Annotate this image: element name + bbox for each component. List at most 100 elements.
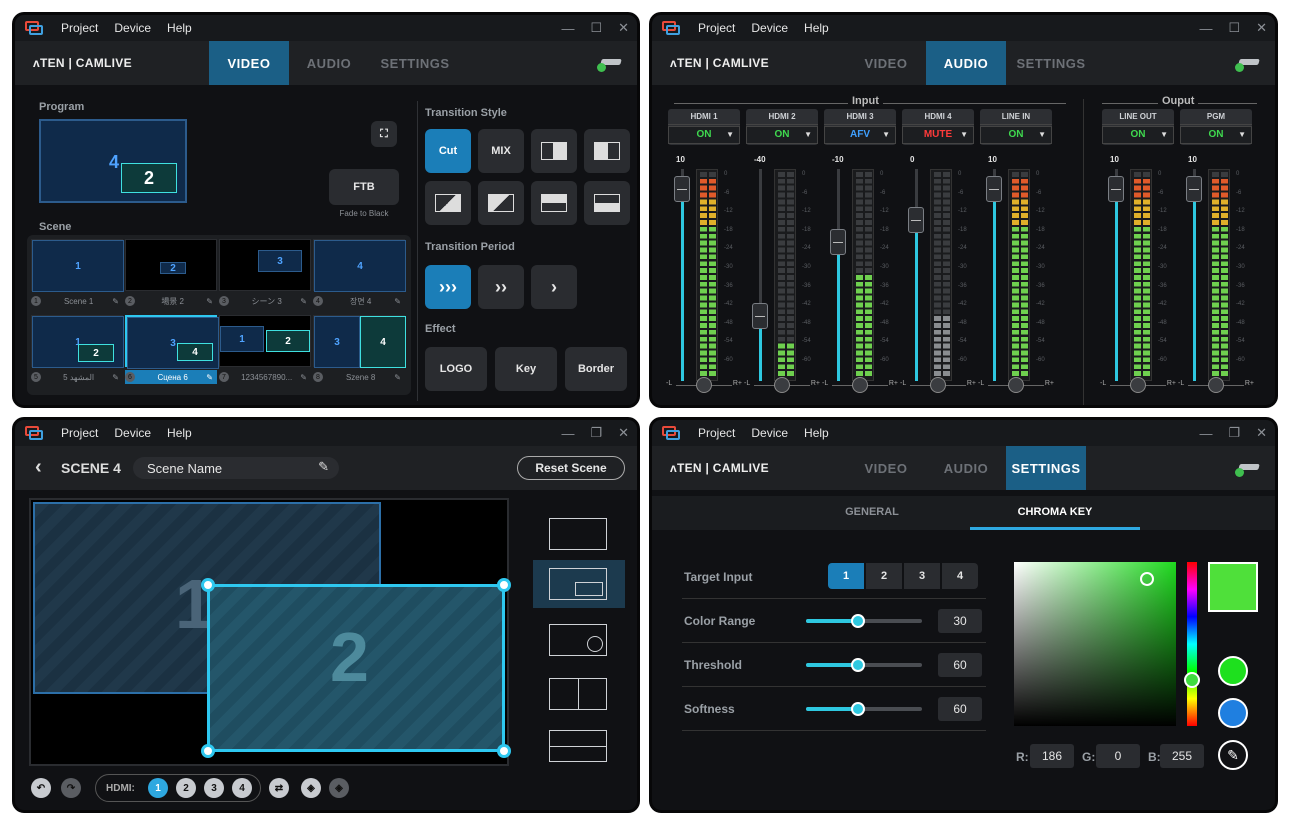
color-picker-area[interactable] (1014, 562, 1176, 726)
scene-item-2[interactable]: 2 2 場景 2 ✎ (125, 239, 217, 311)
pan-control[interactable]: -L R+ (744, 377, 820, 393)
pan-knob[interactable] (1008, 377, 1024, 393)
period-medium-button[interactable]: ›› (478, 265, 524, 309)
hdmi-4-button[interactable]: 4 (232, 778, 252, 798)
ftb-button[interactable]: FTB (329, 169, 399, 205)
wipe-br-button[interactable] (478, 181, 524, 225)
channel-mode-select[interactable]: HDMI 2 ON ▼ (746, 109, 818, 145)
pan-control[interactable]: -L R+ (822, 377, 898, 393)
close-icon[interactable]: ✕ (618, 20, 629, 36)
channel-mode-select[interactable]: LINE IN ON ▼ (980, 109, 1052, 145)
pan-knob[interactable] (696, 377, 712, 393)
edit-icon[interactable]: ✎ (394, 297, 401, 306)
menu-help[interactable]: Help (167, 21, 192, 35)
menu-help[interactable]: Help (804, 426, 829, 440)
wipe-right-button[interactable] (584, 129, 630, 173)
pan-knob[interactable] (1130, 377, 1146, 393)
pan-knob[interactable] (1208, 377, 1224, 393)
subtab-chroma-key[interactable]: CHROMA KEY (970, 506, 1140, 518)
redo-icon[interactable]: ↷ (61, 778, 81, 798)
period-fast-button[interactable]: ››› (425, 265, 471, 309)
hue-slider[interactable] (1184, 562, 1200, 726)
target-input-3[interactable]: 3 (904, 563, 940, 589)
resize-handle-bl[interactable] (201, 744, 215, 758)
scene-item-6[interactable]: 3 4 6 Сцена 6 ✎ (125, 315, 219, 387)
color-range-slider[interactable] (806, 614, 922, 628)
layout-split-h-button[interactable] (533, 722, 625, 770)
fullscreen-button[interactable]: ⛶ (371, 121, 397, 147)
edit-icon[interactable]: ✎ (206, 373, 213, 382)
swap-icon[interactable]: ⇄ (269, 778, 289, 798)
volume-fader[interactable] (986, 169, 1002, 381)
hdmi-3-button[interactable]: 3 (204, 778, 224, 798)
pan-knob[interactable] (852, 377, 868, 393)
channel-mode-select[interactable]: LINE OUT ON ▼ (1102, 109, 1174, 145)
tab-settings[interactable]: SETTINGS (1006, 446, 1086, 490)
layout-split-v-button[interactable] (533, 670, 625, 718)
layout-circle-button[interactable] (533, 616, 625, 664)
key-button[interactable]: Key (495, 347, 557, 391)
undo-icon[interactable]: ↶ (31, 778, 51, 798)
wipe-down-button[interactable] (531, 181, 577, 225)
wipe-tl-button[interactable] (425, 181, 471, 225)
program-preview[interactable]: 4 2 (39, 119, 187, 203)
resize-handle-tr[interactable] (497, 578, 511, 592)
tab-audio[interactable]: AUDIO (926, 446, 1006, 490)
hdmi-2-button[interactable]: 2 (176, 778, 196, 798)
pan-control[interactable]: -L R+ (666, 377, 742, 393)
resize-handle-tl[interactable] (201, 578, 215, 592)
edit-icon[interactable]: ✎ (300, 297, 307, 306)
menu-project[interactable]: Project (61, 21, 98, 35)
close-icon[interactable]: ✕ (618, 425, 629, 441)
menu-device[interactable]: Device (751, 426, 788, 440)
cut-button[interactable]: Cut (425, 129, 471, 173)
channel-mode-select[interactable]: HDMI 4 MUTE ▼ (902, 109, 974, 145)
eyedropper-button[interactable]: ✎ (1218, 740, 1248, 770)
volume-fader[interactable] (674, 169, 690, 381)
restore-icon[interactable]: ❐ (1228, 425, 1240, 441)
scene-item-8[interactable]: 3 4 8 Szene 8 ✎ (313, 315, 406, 387)
threshold-value[interactable]: 60 (938, 653, 982, 677)
channel-mode-select[interactable]: HDMI 3 AFV ▼ (824, 109, 896, 145)
scene-item-7[interactable]: 1 2 7 1234567890... ✎ (219, 315, 311, 387)
scene-item-3[interactable]: 3 3 シーン 3 ✎ (219, 239, 311, 311)
channel-mode-select[interactable]: HDMI 1 ON ▼ (668, 109, 740, 145)
restore-icon[interactable]: ❐ (590, 425, 602, 441)
subtab-general[interactable]: GENERAL (812, 506, 932, 518)
target-input-2[interactable]: 2 (866, 563, 902, 589)
color-range-knob[interactable] (851, 614, 866, 628)
softness-value[interactable]: 60 (938, 697, 982, 721)
edit-icon[interactable]: ✎ (112, 297, 119, 306)
target-input-1[interactable]: 1 (828, 563, 864, 589)
pan-control[interactable]: -L R+ (1100, 377, 1176, 393)
wipe-left-button[interactable] (531, 129, 577, 173)
r-value[interactable]: 186 (1030, 744, 1074, 768)
fader-knob[interactable] (908, 207, 924, 233)
fader-knob[interactable] (752, 303, 768, 329)
logo-button[interactable]: LOGO (425, 347, 487, 391)
threshold-knob[interactable] (851, 658, 866, 672)
pan-control[interactable]: -L R+ (978, 377, 1054, 393)
volume-fader[interactable] (752, 169, 768, 381)
reset-scene-button[interactable]: Reset Scene (517, 456, 625, 480)
edit-icon[interactable]: ✎ (300, 373, 307, 382)
hdmi-1-button[interactable]: 1 (148, 778, 168, 798)
tab-settings[interactable]: SETTINGS (369, 41, 461, 85)
minimize-icon[interactable]: — (1199, 426, 1212, 441)
b-value[interactable]: 255 (1160, 744, 1204, 768)
pan-knob[interactable] (930, 377, 946, 393)
threshold-slider[interactable] (806, 658, 922, 672)
period-slow-button[interactable]: › (531, 265, 577, 309)
layer-down-icon[interactable]: ◈ (329, 778, 349, 798)
menu-device[interactable]: Device (114, 21, 151, 35)
fader-knob[interactable] (830, 229, 846, 255)
fader-knob[interactable] (986, 176, 1002, 202)
wipe-up-button[interactable] (584, 181, 630, 225)
fader-knob[interactable] (1186, 176, 1202, 202)
scene-canvas[interactable]: 1 2 (29, 498, 511, 766)
menu-help[interactable]: Help (167, 426, 192, 440)
mix-button[interactable]: MIX (478, 129, 524, 173)
pan-control[interactable]: -L R+ (1178, 377, 1254, 393)
close-icon[interactable]: ✕ (1256, 20, 1267, 36)
minimize-icon[interactable]: — (561, 21, 574, 36)
